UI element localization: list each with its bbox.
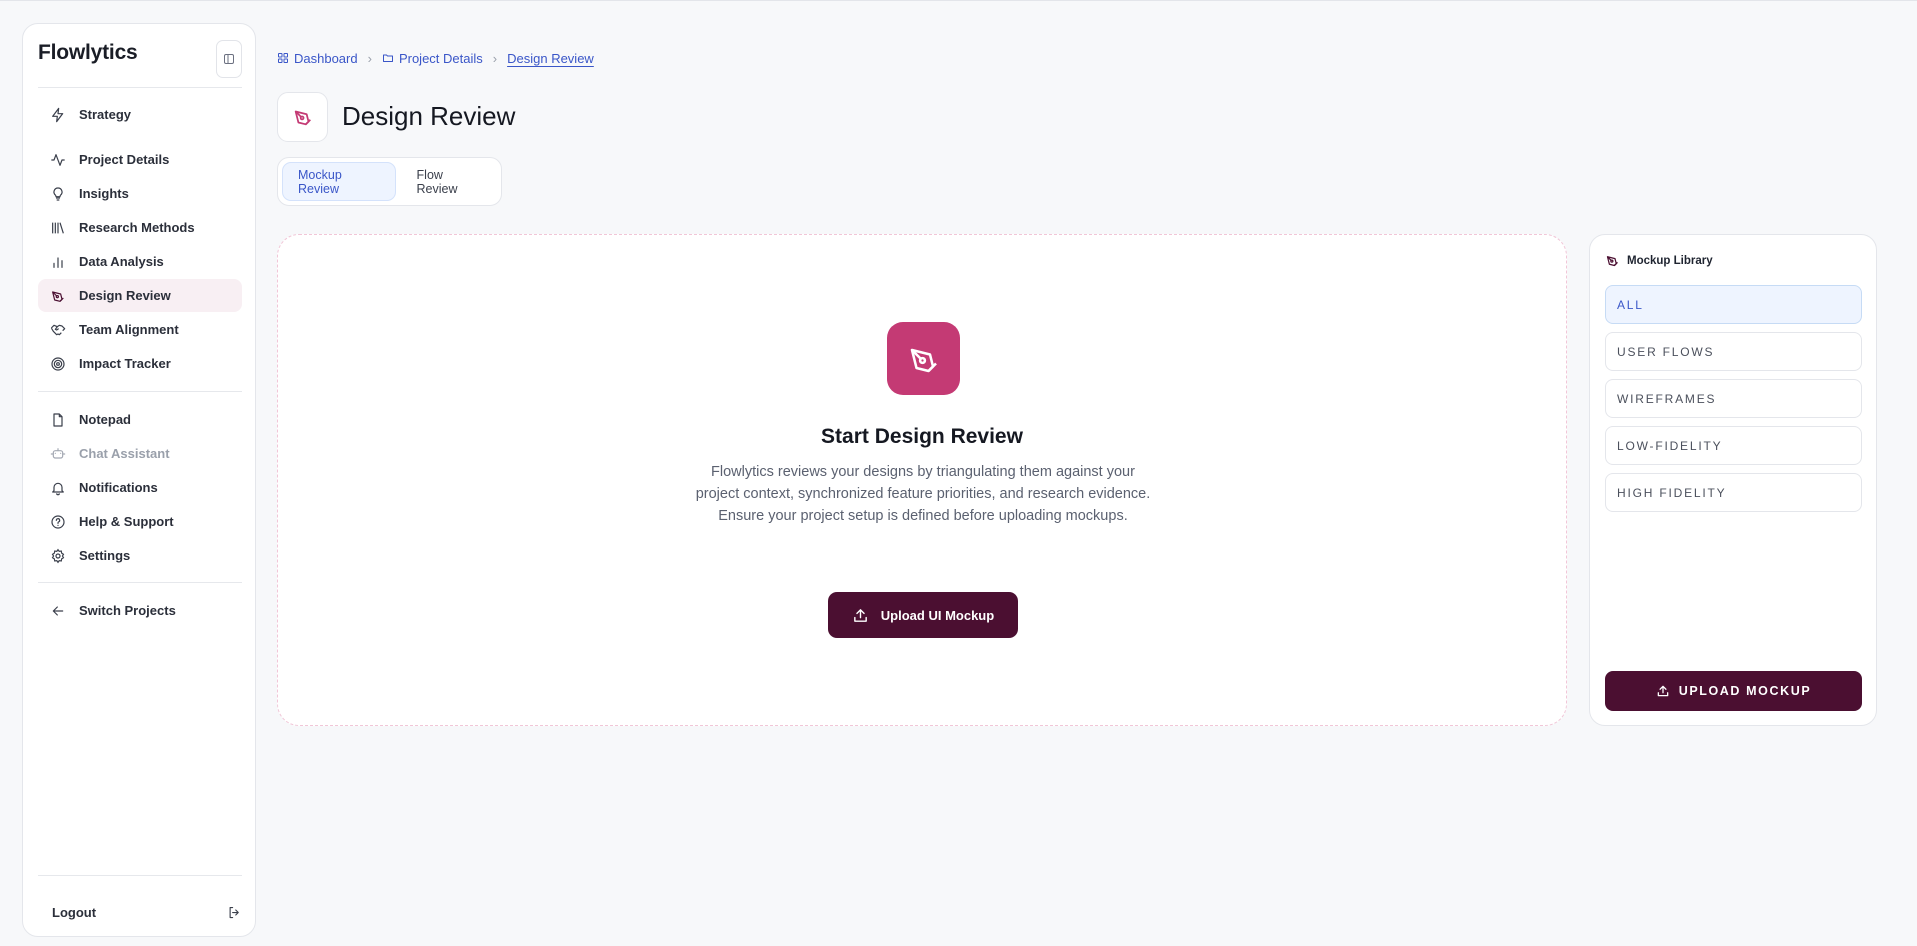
upload-mockup-button[interactable]: UPLOAD MOCKUP — [1605, 671, 1862, 711]
chevron-right-icon: › — [367, 50, 372, 66]
sidebar-item-label: Notifications — [79, 480, 158, 495]
sidebar: Flowlytics Strategy Project Details Insi… — [22, 23, 256, 937]
sidebar-item-label: Chat Assistant — [79, 446, 170, 461]
handshake-icon — [50, 324, 66, 335]
bolt-icon — [52, 107, 64, 122]
sidebar-item-research-methods[interactable]: Research Methods — [38, 211, 242, 244]
sidebar-item-strategy[interactable]: Strategy — [38, 98, 242, 131]
sidebar-item-impact-tracker[interactable]: Impact Tracker — [38, 347, 242, 380]
breadcrumb-label: Design Review — [507, 50, 594, 66]
arrow-left-icon — [52, 605, 64, 616]
bell-icon — [52, 482, 64, 495]
pen-tool-icon — [1606, 256, 1618, 267]
sidebar-item-label: Project Details — [79, 152, 170, 167]
breadcrumb-dashboard[interactable]: Dashboard — [277, 51, 358, 66]
upload-dropzone[interactable]: Start Design Review Flowlytics reviews y… — [277, 234, 1567, 726]
breadcrumb-design-review[interactable]: Design Review — [507, 51, 594, 66]
breadcrumb-label: Dashboard — [294, 50, 358, 66]
empty-state-description: Flowlytics reviews your designs by trian… — [695, 464, 1151, 524]
sidebar-item-notepad[interactable]: Notepad — [38, 403, 242, 436]
filter-high-fidelity[interactable]: HIGH FIDELITY — [1605, 473, 1862, 512]
sidebar-item-notifications[interactable]: Notifications — [38, 471, 242, 504]
file-icon — [53, 412, 63, 427]
upload-mockup-label: UPLOAD MOCKUP — [1678, 684, 1812, 698]
sidebar-item-label: Insights — [79, 186, 129, 201]
page-title: Design Review — [342, 101, 516, 131]
review-tabs: Mockup Review Flow Review — [277, 157, 502, 206]
logout-button[interactable]: Logout — [52, 897, 242, 927]
gear-icon — [51, 548, 65, 563]
sidebar-item-help-support[interactable]: Help & Support — [38, 505, 242, 538]
lightbulb-icon — [53, 186, 63, 201]
folder-icon — [382, 54, 393, 62]
sidebar-item-chat-assistant[interactable]: Chat Assistant — [38, 437, 242, 470]
sidebar-item-label: Research Methods — [79, 220, 195, 235]
sidebar-item-label: Design Review — [79, 288, 171, 303]
help-circle-icon — [51, 514, 65, 529]
sidebar-item-team-alignment[interactable]: Team Alignment — [38, 313, 242, 346]
sidebar-item-data-analysis[interactable]: Data Analysis — [38, 245, 242, 278]
library-icon — [52, 221, 64, 234]
sidebar-item-label: Settings — [79, 548, 131, 563]
sidebar-item-label: Help & Support — [79, 514, 174, 529]
breadcrumb: Dashboard › Project Details › Design Rev… — [277, 49, 594, 67]
pen-tool-icon — [910, 348, 937, 372]
switch-projects-label: Switch Projects — [79, 603, 176, 618]
pen-tool-icon — [294, 110, 311, 126]
target-icon — [51, 356, 65, 371]
breadcrumb-label: Project Details — [398, 50, 483, 66]
collapse-sidebar-button[interactable] — [216, 40, 242, 78]
bot-icon — [50, 447, 66, 459]
sidebar-item-label: Notepad — [79, 412, 131, 427]
filter-low-fidelity[interactable]: LOW-FIDELITY — [1605, 426, 1862, 465]
sidebar-item-insights[interactable]: Insights — [38, 177, 242, 210]
pen-tool-icon — [52, 290, 64, 302]
app-logo: Flowlytics — [38, 41, 138, 64]
sidebar-item-label: Data Analysis — [79, 254, 164, 269]
logout-label: Logout — [52, 904, 97, 920]
upload-button-label: Upload UI Mockup — [880, 607, 995, 623]
mockup-library-header: Mockup Library — [1605, 253, 1713, 268]
mockup-library-panel: Mockup Library ALL USER FLOWS WIREFRAMES… — [1589, 234, 1877, 726]
grid-icon — [278, 53, 288, 63]
upload-icon — [1657, 685, 1668, 697]
sidebar-item-design-review[interactable]: Design Review — [38, 279, 242, 312]
sidebar-item-label: Strategy — [79, 107, 132, 122]
chevron-right-icon: › — [492, 50, 498, 66]
switch-projects-button[interactable]: Switch Projects — [38, 594, 242, 627]
divider — [38, 875, 242, 876]
divider — [38, 582, 242, 583]
filter-user-flows[interactable]: USER FLOWS — [1605, 332, 1862, 371]
upload-ui-mockup-button[interactable]: Upload UI Mockup — [828, 592, 1018, 638]
hero-icon-container — [887, 322, 960, 395]
filter-all[interactable]: ALL — [1605, 285, 1862, 324]
sidebar-item-settings[interactable]: Settings — [38, 539, 242, 572]
page-icon-container — [277, 92, 328, 142]
sidebar-toggle-icon — [224, 54, 234, 64]
bar-chart-icon — [53, 256, 63, 268]
logout-icon — [229, 906, 239, 918]
tab-mockup-review[interactable]: Mockup Review — [282, 162, 396, 201]
mockup-library-title: Mockup Library — [1627, 254, 1713, 267]
activity-icon — [51, 153, 65, 166]
filter-wireframes[interactable]: WIREFRAMES — [1605, 379, 1862, 418]
empty-state-title: Start Design Review — [821, 425, 1023, 448]
sidebar-item-label: Team Alignment — [79, 322, 179, 337]
upload-icon — [853, 608, 867, 622]
sidebar-item-label: Impact Tracker — [79, 356, 171, 371]
sidebar-item-project-details[interactable]: Project Details — [38, 143, 242, 176]
divider — [38, 87, 242, 88]
breadcrumb-project-details[interactable]: Project Details — [382, 51, 483, 66]
tab-flow-review[interactable]: Flow Review — [402, 162, 497, 201]
divider — [38, 391, 242, 392]
